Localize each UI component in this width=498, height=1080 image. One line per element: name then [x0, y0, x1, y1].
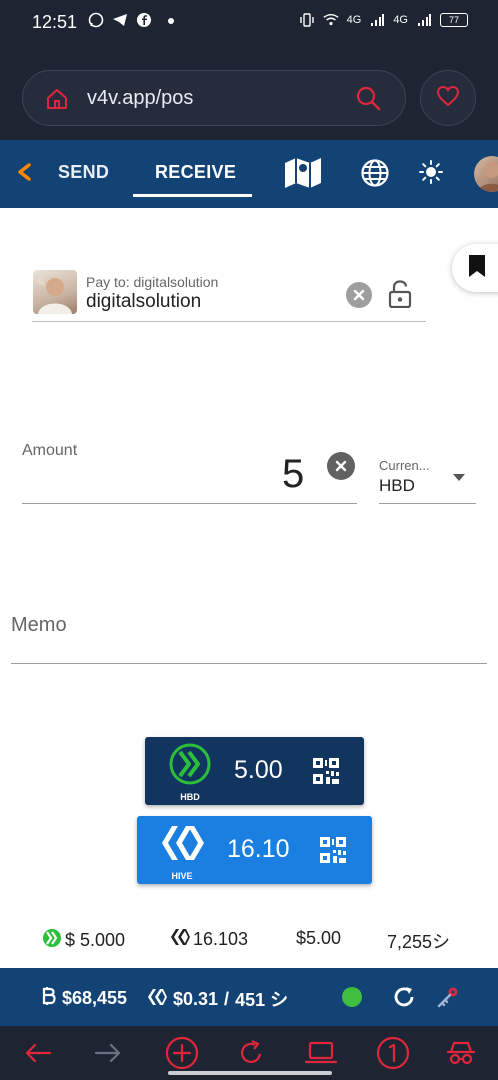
favorite-button[interactable] — [420, 70, 476, 126]
hbd-coin: HBD — [165, 743, 215, 802]
new-tab-plus-icon[interactable] — [165, 1036, 199, 1070]
globe-icon[interactable] — [360, 158, 390, 188]
price-footer: $68,455 $0.31 / 451 シ — [0, 968, 498, 1026]
status-bar: 12:51 4G 4G 77 — [0, 0, 498, 46]
total-hive-value: 16.103 — [193, 929, 249, 949]
hbd-coin-label: HBD — [180, 792, 200, 802]
search-icon[interactable] — [355, 85, 381, 111]
chevron-down-icon[interactable] — [453, 474, 465, 481]
amount-underline — [22, 503, 357, 504]
hive-white-icon — [147, 988, 167, 1011]
signal-2-icon — [416, 12, 432, 28]
back-chevron-icon[interactable] — [16, 160, 32, 191]
status-time: 12:51 — [32, 12, 78, 32]
bitcoin-icon — [40, 986, 56, 1011]
hive-coin-label: HIVE — [171, 871, 193, 881]
url-text[interactable]: v4v.app/pos — [87, 87, 193, 110]
tab-receive[interactable]: RECEIVE — [155, 162, 236, 183]
bookmark-button[interactable] — [452, 244, 498, 292]
home-icon[interactable] — [45, 87, 69, 111]
refresh-icon[interactable] — [392, 985, 416, 1009]
total-hbd-value: $ 5.000 — [65, 930, 126, 950]
btc-price-value: $68,455 — [62, 988, 128, 1008]
hbd-logo-icon — [168, 743, 212, 790]
back-arrow-icon[interactable] — [23, 1038, 53, 1068]
user-avatar[interactable] — [474, 156, 498, 192]
hive-coin: HIVE — [157, 822, 207, 881]
clear-amount-icon[interactable] — [327, 452, 355, 480]
key-icon[interactable] — [436, 985, 460, 1009]
vibrate-icon — [299, 12, 315, 28]
hive-price: $0.31 / 451 シ — [147, 986, 288, 1012]
pay-hbd-button[interactable]: HBD 5.00 — [145, 737, 364, 805]
browser-toolbar: v4v.app/pos — [0, 46, 498, 140]
desktop-mode-icon[interactable] — [304, 1038, 338, 1068]
system-indicators: 4G 4G 77 — [299, 12, 468, 28]
amount-input[interactable]: 5 — [282, 452, 304, 497]
conversion-totals: $ 5.000 16.103 $5.00 7,255シ — [0, 924, 498, 954]
currency-select[interactable]: HBD — [379, 476, 415, 496]
wifi-icon — [323, 12, 339, 28]
app-navbar: SEND RECEIVE — [0, 140, 498, 208]
heart-icon — [436, 85, 460, 112]
clear-payto-icon[interactable] — [346, 282, 372, 308]
hive-amount: 16.10 — [227, 835, 290, 863]
total-hive: 16.103 — [170, 928, 248, 951]
map-icon[interactable] — [284, 156, 322, 190]
hive-small-icon — [170, 928, 190, 951]
signal-1-label: 4G — [346, 14, 362, 26]
payto-field[interactable]: Pay to: digitalsolution digitalsolution — [32, 268, 426, 322]
incognito-icon[interactable] — [445, 1038, 477, 1068]
payto-value[interactable]: digitalsolution — [86, 291, 201, 313]
sats-per-hive: 451 シ — [235, 990, 289, 1010]
unlock-icon[interactable] — [388, 280, 412, 309]
app-root: { "status_bar": { "time": "12:51", "net1… — [0, 0, 498, 1080]
gesture-home-indicator[interactable] — [168, 1071, 332, 1075]
btc-price: $68,455 — [40, 986, 127, 1011]
total-hbd: $ 5.000 — [42, 928, 125, 953]
whatsapp-icon — [88, 12, 104, 28]
battery-icon: 77 — [440, 13, 468, 27]
notification-icons — [88, 12, 152, 28]
total-sats: 7,255シ — [387, 932, 451, 952]
total-usd: $5.00 — [296, 928, 342, 948]
hive-price-value: $0.31 — [173, 988, 219, 1009]
currency-underline — [379, 503, 476, 504]
qr-code-icon — [313, 758, 339, 784]
facebook-icon — [136, 12, 152, 28]
tab-send[interactable]: SEND — [58, 162, 109, 183]
signal-1-icon — [369, 12, 385, 28]
payto-avatar — [33, 270, 77, 314]
memo-underline — [11, 663, 487, 664]
amount-label: Amount — [22, 442, 78, 459]
signal-2-label: 4G — [393, 14, 408, 26]
qr-code-icon — [320, 837, 346, 863]
hbd-amount: 5.00 — [234, 756, 283, 784]
notification-dot-icon — [168, 18, 174, 24]
battery-level: 77 — [448, 15, 459, 25]
theme-sun-icon[interactable] — [419, 160, 443, 184]
forward-arrow-icon[interactable] — [93, 1038, 123, 1068]
hive-logo-icon — [158, 822, 206, 869]
reload-icon[interactable] — [236, 1038, 266, 1068]
telegram-icon — [112, 12, 128, 28]
memo-input[interactable]: Memo — [11, 614, 67, 637]
active-tab-indicator — [133, 194, 252, 197]
bookmark-icon — [468, 254, 486, 283]
payto-label: Pay to: digitalsolution — [86, 274, 219, 290]
price-separator: / — [224, 988, 230, 1009]
address-bar[interactable]: v4v.app/pos — [22, 70, 406, 126]
currency-label: Curren... — [379, 458, 430, 473]
tabs-count-icon[interactable] — [376, 1036, 410, 1070]
connection-status-icon — [342, 987, 362, 1007]
pay-hive-button[interactable]: HIVE 16.10 — [137, 816, 372, 884]
hbd-small-icon — [42, 928, 62, 953]
